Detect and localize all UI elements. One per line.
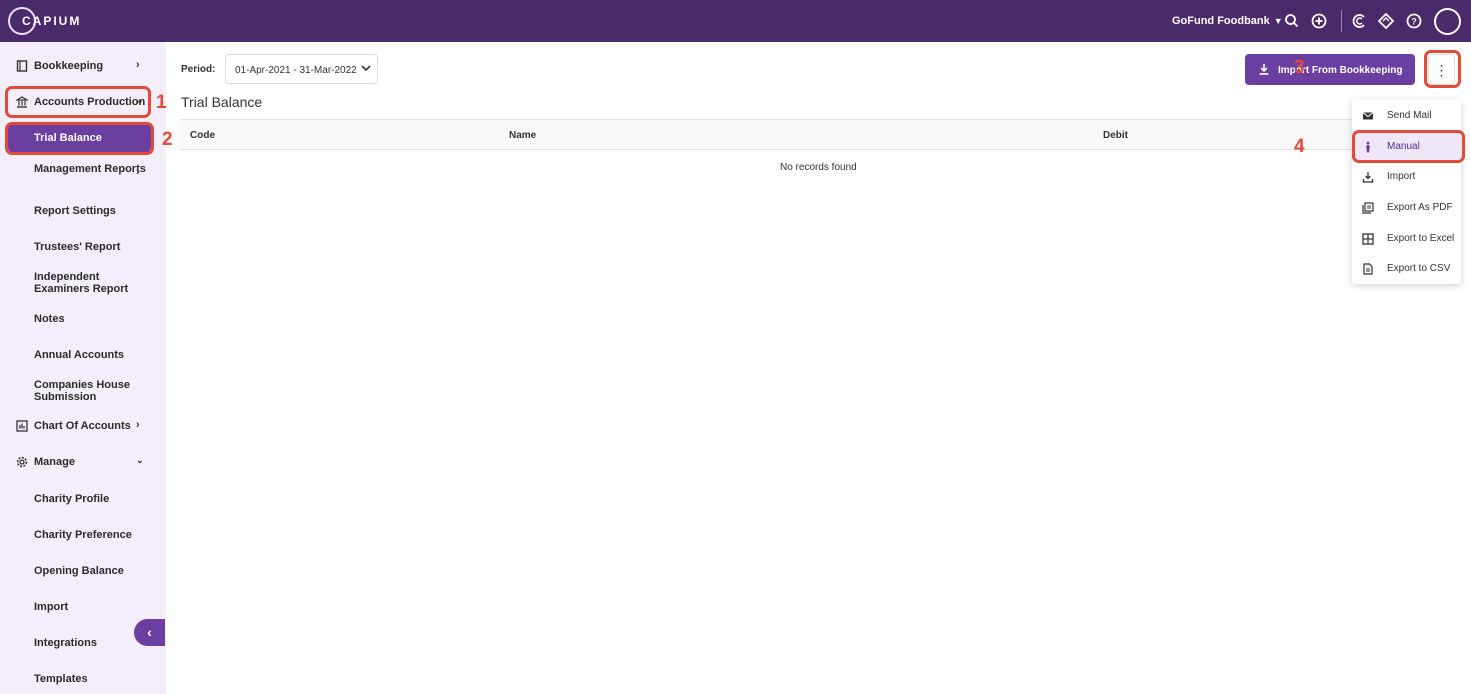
chevron-right-icon: › (136, 59, 140, 71)
menu-item-label: Export to Excel (1387, 233, 1455, 244)
mail-icon (1362, 109, 1374, 121)
avatar[interactable] (1434, 8, 1461, 35)
sidebar-item-opening-balance[interactable]: Opening Balance (34, 565, 154, 577)
chevron-right-icon: › (136, 419, 140, 431)
step-number-4: 4 (1294, 136, 1305, 157)
toolbar-divider (1341, 10, 1342, 32)
gear-icon (16, 456, 28, 468)
period-label: Period: (181, 64, 216, 75)
sidebar-item-label: Chart Of Accounts (34, 420, 131, 432)
menu-item-label: Import (1387, 171, 1416, 182)
download-icon (1362, 170, 1374, 183)
menu-item-label: Send Mail (1387, 110, 1432, 121)
period-select[interactable]: 01-Apr-2021 - 31-Mar-2022 (225, 54, 378, 84)
sidebar-item-companies-house[interactable]: Companies House Submission (34, 379, 154, 403)
sidebar-item-annual-accounts[interactable]: Annual Accounts (34, 349, 154, 361)
logo-text: CAPIUM (22, 14, 82, 28)
chevron-down-icon: ⌄ (136, 455, 144, 465)
sidebar-item-import[interactable]: Import (34, 601, 154, 613)
sidebar-item-label: Bookkeeping (34, 60, 104, 72)
column-debit[interactable]: Debit (1103, 130, 1128, 141)
sidebar-item-label: Manage (34, 456, 75, 468)
callout-more-options (1424, 50, 1461, 88)
chevron-down-icon (361, 65, 371, 72)
options-menu: Send Mail Manual Import Export As PDF Ex… (1352, 99, 1461, 284)
sidebar-item-trustees-report[interactable]: Trustees' Report (34, 241, 154, 253)
column-code[interactable]: Code (190, 130, 215, 141)
step-number-1: 1 (156, 92, 167, 113)
diamond-icon[interactable] (1376, 11, 1396, 31)
table-header: Code Name Debit (180, 119, 1360, 150)
column-name[interactable]: Name (509, 130, 536, 141)
sidebar-item-notes[interactable]: Notes (34, 313, 154, 325)
sidebar-item-charity-preference[interactable]: Charity Preference (34, 529, 154, 541)
callout-manual (1352, 130, 1465, 163)
callout-trial-balance (5, 122, 154, 155)
import-from-bookkeeping-button[interactable]: Import From Bookkeeping (1245, 54, 1415, 85)
period-value: 01-Apr-2021 - 31-Mar-2022 (235, 65, 357, 76)
menu-item-label: Export to CSV (1387, 263, 1451, 274)
sidebar-item-charity-profile[interactable]: Charity Profile (34, 493, 154, 505)
chart-icon (16, 420, 28, 432)
search-icon[interactable] (1282, 11, 1302, 31)
page-title: Trial Balance (181, 94, 263, 110)
book-icon (16, 60, 28, 72)
download-icon (1259, 64, 1269, 75)
sidebar-item-report-settings[interactable]: Report Settings (34, 205, 154, 217)
add-circle-icon[interactable] (1309, 11, 1329, 31)
menu-item-send-mail[interactable]: Send Mail (1352, 100, 1461, 130)
help-icon[interactable]: ? (1404, 11, 1424, 31)
step-number-3: 3 (1294, 57, 1305, 78)
top-bar: CAPIUM GoFund Foodbank ▼ ? (0, 0, 1471, 42)
sidebar-item-independent-examiners[interactable]: Independent Examiners Report (34, 271, 154, 295)
sidebar-item-templates[interactable]: Templates (34, 673, 154, 685)
menu-item-export-pdf[interactable]: Export As PDF (1352, 192, 1461, 222)
org-name: GoFund Foodbank (1172, 15, 1270, 27)
menu-item-export-csv[interactable]: Export to CSV (1352, 253, 1461, 283)
grid-icon (1362, 232, 1374, 245)
svg-text:?: ? (1411, 17, 1417, 27)
capium-icon[interactable] (1350, 11, 1370, 31)
step-number-2: 2 (162, 129, 173, 150)
menu-item-export-excel[interactable]: Export to Excel (1352, 223, 1461, 253)
callout-accounts-production (5, 86, 151, 118)
menu-item-import[interactable]: Import (1352, 161, 1461, 191)
pdf-icon (1362, 201, 1374, 214)
document-icon (1362, 262, 1374, 275)
menu-item-label: Export As PDF (1387, 202, 1453, 213)
empty-state-text: No records found (780, 162, 857, 173)
org-switcher[interactable]: GoFund Foodbank ▼ (1172, 15, 1283, 27)
collapse-sidebar-button[interactable]: ‹ (134, 619, 165, 646)
